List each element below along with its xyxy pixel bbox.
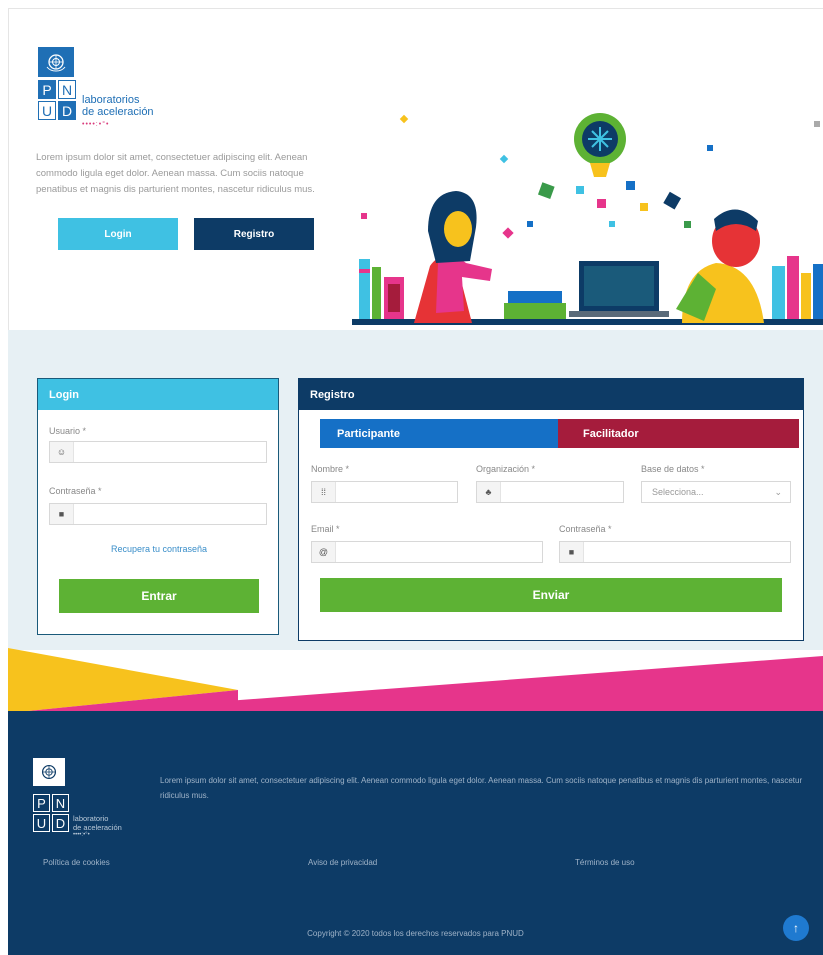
id-card-icon: ⁞⁞: [312, 482, 336, 502]
login-card: Login Usuario * ☺ Contraseña * ■ Recuper…: [37, 378, 279, 635]
footer-description: Lorem ipsum dolor sit amet, consectetuer…: [160, 776, 803, 800]
footer-brand-dots: ••••:•°•: [73, 832, 90, 838]
login-password-label: Contraseña *: [49, 486, 102, 496]
register-card-title: Registro: [299, 379, 803, 410]
email-input[interactable]: [336, 542, 542, 562]
register-submit-button[interactable]: Enviar: [320, 578, 782, 612]
un-emblem-icon: [38, 47, 74, 77]
user-icon: ☺: [50, 442, 74, 462]
name-field[interactable]: ⁞⁞: [311, 481, 458, 503]
at-icon: @: [312, 542, 336, 562]
footer-brand-line2: de aceleración: [73, 823, 122, 832]
hero-section: P N U D laboratorios de aceleración ••••…: [8, 8, 823, 330]
tab-participante[interactable]: Participante: [320, 419, 558, 448]
forgot-password-link[interactable]: Recupera tu contraseña: [38, 544, 280, 554]
lock-icon: ■: [50, 504, 74, 524]
back-to-top-button[interactable]: ↑: [783, 915, 809, 941]
un-emblem-icon: [33, 758, 65, 786]
forms-section: Login Usuario * ☺ Contraseña * ■ Recuper…: [8, 330, 823, 650]
logo-letter: U: [38, 101, 56, 120]
org-field[interactable]: ♣: [476, 481, 624, 503]
footer-logo: P N U D laboratorio de aceleración ••••:…: [33, 758, 143, 840]
db-select[interactable]: Selecciona... ⌄: [641, 481, 791, 503]
user-label: Usuario *: [49, 426, 87, 436]
db-label: Base de datos *: [641, 464, 705, 474]
lock-icon: ■: [560, 542, 584, 562]
chevron-down-icon: ⌄: [774, 486, 782, 497]
footer-link-cookies[interactable]: Política de cookies: [43, 858, 110, 867]
footer-copyright: Copyright © 2020 todos los derechos rese…: [307, 929, 524, 938]
email-field[interactable]: @: [311, 541, 543, 563]
org-chart-icon: ♣: [477, 482, 501, 502]
logo-letter: P: [38, 80, 56, 99]
logo-letter: U: [33, 814, 50, 832]
footer-link-privacy[interactable]: Aviso de privacidad: [308, 858, 377, 867]
footer-letter-grid: P N U D: [33, 794, 69, 832]
user-input[interactable]: [74, 442, 266, 462]
register-password-field[interactable]: ■: [559, 541, 791, 563]
footer: P N U D laboratorio de aceleración ••••:…: [8, 711, 823, 955]
hero-login-button[interactable]: Login: [58, 218, 178, 250]
pnud-logo: P N U D laboratorios de aceleración ••••…: [38, 47, 178, 137]
brand-dots: ••••:•°•: [82, 121, 110, 128]
name-input[interactable]: [336, 482, 457, 502]
org-label: Organización *: [476, 464, 536, 474]
footer-brand-line1: laboratorio: [73, 814, 109, 823]
logo-letter: D: [58, 101, 76, 120]
login-password-input[interactable]: [74, 504, 266, 524]
org-input[interactable]: [501, 482, 623, 502]
brand-name-line2: de aceleración: [82, 106, 154, 118]
name-label: Nombre *: [311, 464, 350, 474]
logo-letter: P: [33, 794, 50, 812]
db-select-value: Selecciona...: [652, 487, 704, 497]
decorative-bands: [8, 648, 823, 713]
logo-letter: D: [52, 814, 69, 832]
brand-name-line1: laboratorios: [82, 94, 140, 106]
pnud-letter-grid: P N U D: [38, 80, 76, 120]
footer-link-terms[interactable]: Términos de uso: [575, 858, 635, 867]
hero-illustration: [352, 113, 823, 325]
email-label: Email *: [311, 524, 340, 534]
login-submit-button[interactable]: Entrar: [59, 579, 259, 613]
tab-facilitador[interactable]: Facilitador: [558, 419, 799, 448]
user-field[interactable]: ☺: [49, 441, 267, 463]
hero-description: Lorem ipsum dolor sit amet, consectetuer…: [36, 152, 315, 195]
lightbulb-icon: [574, 113, 626, 177]
brand-name: laboratorios de aceleración: [82, 94, 154, 118]
register-password-input[interactable]: [584, 542, 790, 562]
login-card-title: Login: [38, 379, 278, 410]
arrow-up-icon: ↑: [793, 921, 799, 935]
logo-letter: N: [52, 794, 69, 812]
logo-letter: N: [58, 80, 76, 99]
login-password-field[interactable]: ■: [49, 503, 267, 525]
register-password-label: Contraseña *: [559, 524, 612, 534]
footer-brand-name: laboratorio de aceleración: [73, 814, 122, 832]
hero-register-button[interactable]: Registro: [194, 218, 314, 250]
